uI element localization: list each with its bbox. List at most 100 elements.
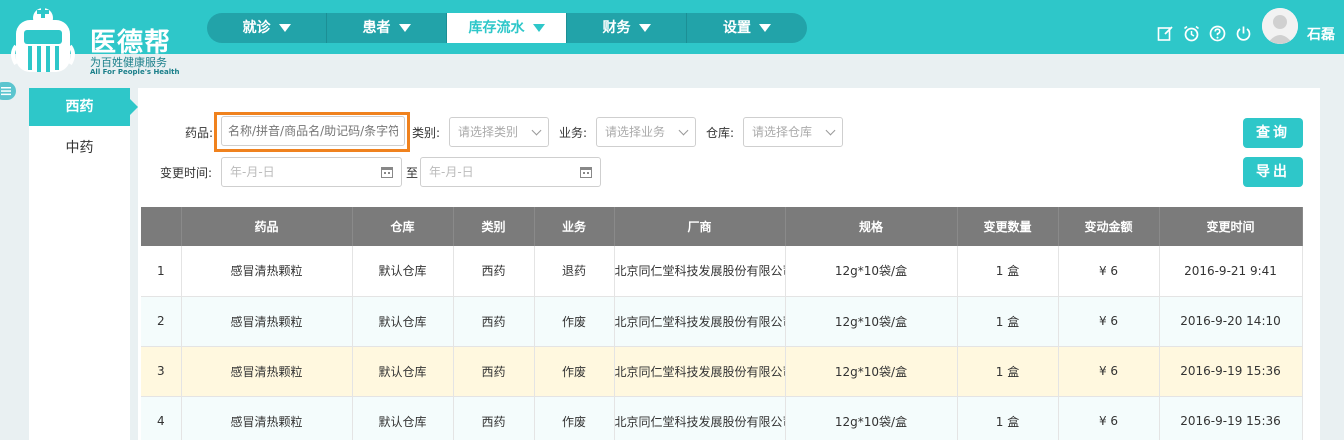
cell-time: 2016-9-19 15:36 [1159,396,1303,440]
column-header-category: 类别 [453,207,535,246]
column-header-change-time: 变更时间 [1159,207,1303,246]
date-from-placeholder: 年-月-日 [230,165,275,179]
cell-qty: 1 盒 [957,346,1059,397]
nav-item-patient[interactable]: 患者 [327,13,447,43]
cell-drug: 感冒清热颗粒 [181,246,353,297]
menu-icon [1,87,11,96]
nav-item-label: 患者 [362,20,391,36]
cell-time: 2016-9-20 14:10 [1159,296,1303,347]
cell-warehouse: 默认仓库 [352,246,454,297]
cell-index: 2 [141,296,182,347]
warehouse-select-placeholder: 请选择仓库 [752,125,813,139]
user-avatar-icon [1262,8,1298,44]
caret-down-icon [759,24,771,32]
caret-down-icon [278,24,291,32]
nav-item-label: 财务 [602,20,631,36]
cell-vendor: 北京同仁堂科技发展股份有限公司 [614,296,786,347]
cell-amount: ¥ 6 [1058,346,1160,397]
date-to-placeholder: 年-月-日 [429,165,474,179]
chevron-down-icon [678,125,689,136]
tab-western-medicine[interactable]: 西药 [29,88,138,126]
category-select-placeholder: 请选择类别 [458,125,519,139]
cell-business: 作废 [534,296,615,347]
table-row[interactable]: 1 感冒清热颗粒 默认仓库 西药 退药 北京同仁堂科技发展股份有限公司 12g*… [141,246,1303,297]
cell-spec: 12g*10袋/盒 [785,396,958,440]
column-header-change-amount: 变动金额 [1058,207,1160,246]
nav-item-settings[interactable]: 设置 [687,13,807,43]
cell-drug: 感冒清热颗粒 [181,396,353,440]
help-icon[interactable] [1209,25,1226,42]
business-select[interactable]: 请选择业务 [596,117,696,147]
category-select[interactable]: 请选择类别 [449,117,549,147]
cell-warehouse: 默认仓库 [352,346,454,397]
nav-item-visit[interactable]: 就诊 [207,13,327,43]
cell-warehouse: 默认仓库 [352,296,454,347]
app-tagline-en: All For People's Health [90,68,180,76]
alarm-icon[interactable] [1183,25,1200,42]
business-select-placeholder: 请选择业务 [605,125,666,139]
cell-category: 西药 [453,246,535,297]
cell-qty: 1 盒 [957,296,1059,347]
nav-item-inventory-flow[interactable]: 库存流水 [447,13,567,43]
change-time-label: 变更时间: [160,166,213,180]
column-header-drug: 药品 [181,207,353,246]
nav-item-label: 就诊 [242,20,271,36]
edit-icon[interactable] [1157,25,1174,42]
medicine-type-tabs: 西药 中药 [29,88,138,440]
cell-time: 2016-9-19 15:36 [1159,346,1303,397]
business-filter-label: 业务: [559,126,588,140]
chevron-down-icon [531,125,542,136]
logo: 医德帮 为百姓健康服务 All For People's Health [10,6,190,76]
warehouse-filter-label: 仓库: [706,126,735,140]
column-header-warehouse: 仓库 [352,207,454,246]
cell-qty: 1 盒 [957,396,1059,440]
inventory-flow-table: 药品 仓库 类别 业务 厂商 规格 变更数量 变动金额 变更时间 1 感冒清热颗… [141,207,1303,440]
cell-index: 1 [141,246,182,297]
cell-category: 西药 [453,396,535,440]
power-icon[interactable] [1235,25,1252,42]
cell-drug: 感冒清热颗粒 [181,346,353,397]
avatar[interactable] [1262,8,1298,44]
header-icons [1157,25,1252,42]
user-name[interactable]: 石磊 [1307,24,1335,44]
cell-amount: ¥ 6 [1058,296,1160,347]
tab-chinese-medicine[interactable]: 中药 [29,128,130,168]
cell-business: 作废 [534,396,615,440]
nav-item-label: 设置 [723,20,751,36]
nav-item-label: 库存流水 [468,20,525,36]
top-header: 医德帮 为百姓健康服务 All For People's Health 就诊 患… [0,0,1344,76]
cell-vendor: 北京同仁堂科技发展股份有限公司 [614,346,786,397]
cell-index: 4 [141,396,182,440]
caret-down-icon [532,24,545,32]
calendar-icon [580,167,592,178]
table-row[interactable]: 3 感冒清热颗粒 默认仓库 西药 作废 北京同仁堂科技发展股份有限公司 12g*… [141,346,1303,397]
date-from-input[interactable]: 年-月-日 [221,157,402,187]
logo-icon [11,6,75,72]
cell-spec: 12g*10袋/盒 [785,346,958,397]
export-button[interactable]: 导出 [1243,157,1303,187]
cell-amount: ¥ 6 [1058,396,1160,440]
table-header-row: 药品 仓库 类别 业务 厂商 规格 变更数量 变动金额 变更时间 [141,207,1303,246]
chevron-down-icon [825,125,836,136]
warehouse-select[interactable]: 请选择仓库 [743,117,843,147]
column-header-change-qty: 变更数量 [957,207,1059,246]
drug-search-input[interactable] [221,116,405,146]
cell-vendor: 北京同仁堂科技发展股份有限公司 [614,246,786,297]
table-row[interactable]: 2 感冒清热颗粒 默认仓库 西药 作废 北京同仁堂科技发展股份有限公司 12g*… [141,296,1303,347]
cell-vendor: 北京同仁堂科技发展股份有限公司 [614,396,786,440]
date-to-input[interactable]: 年-月-日 [420,157,601,187]
main-nav: 就诊 患者 库存流水 财务 设置 [207,13,807,43]
column-header-vendor: 厂商 [614,207,786,246]
column-header-spec: 规格 [785,207,958,246]
drug-filter-label: 药品: [185,126,214,140]
nav-item-finance[interactable]: 财务 [567,13,687,43]
cell-index: 3 [141,346,182,397]
caret-down-icon [638,24,651,32]
cell-spec: 12g*10袋/盒 [785,246,958,297]
query-button[interactable]: 查询 [1243,118,1303,148]
table-row[interactable]: 4 感冒清热颗粒 默认仓库 西药 作废 北京同仁堂科技发展股份有限公司 12g*… [141,396,1303,440]
cell-qty: 1 盒 [957,246,1059,297]
cell-drug: 感冒清热颗粒 [181,296,353,347]
sidebar-toggle-button[interactable] [0,82,16,100]
column-header-index [141,207,182,246]
